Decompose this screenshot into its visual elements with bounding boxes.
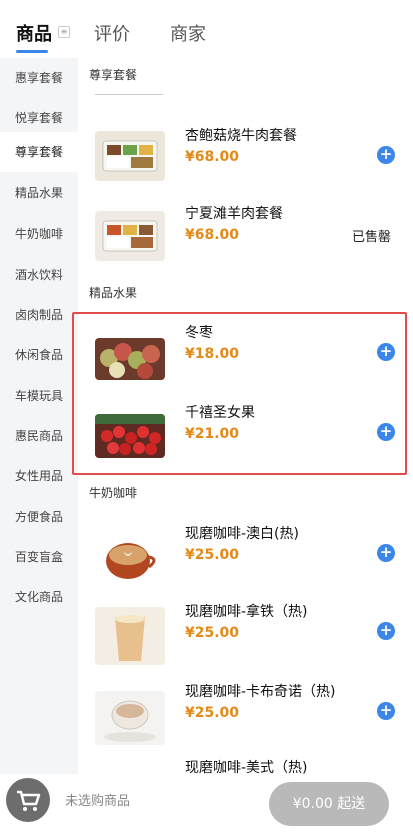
highlight-box — [72, 312, 407, 475]
tab-underline — [16, 50, 48, 53]
list-item[interactable]: 杏鲍菇烧牛肉套餐 ¥68.00 + — [78, 113, 413, 193]
top-tabs: 商品 ≡ 评价 商家 — [0, 0, 413, 58]
product-name: 宁夏滩羊肉套餐 — [185, 206, 283, 222]
product-name: 现磨咖啡-拿铁（热) — [185, 604, 308, 620]
product-name: 现磨咖啡-澳白(热) — [185, 526, 299, 542]
add-button[interactable]: + — [377, 622, 395, 640]
tab-goods[interactable]: 商品 — [16, 20, 52, 46]
list-item[interactable]: 现磨咖啡-拿铁（热) ¥25.00 + — [78, 593, 413, 673]
sidebar-item-huixiang[interactable]: 惠享套餐 — [0, 58, 78, 98]
product-image — [95, 691, 165, 745]
add-button[interactable]: + — [377, 544, 395, 562]
sidebar-item-milk-coffee[interactable]: 牛奶咖啡 — [0, 214, 78, 254]
sold-out-label: 已售罄 — [351, 230, 391, 245]
product-image — [95, 535, 165, 585]
sidebar-item-convenience[interactable]: 方便食品 — [0, 497, 78, 537]
product-name: 杏鲍菇烧牛肉套餐 — [185, 128, 297, 144]
add-button[interactable]: + — [377, 702, 395, 720]
sidebar-item-huimin[interactable]: 惠民商品 — [0, 416, 78, 456]
sidebar-item-blindbox[interactable]: 百变盲盒 — [0, 537, 78, 577]
sidebar-item-women[interactable]: 女性用品 — [0, 456, 78, 496]
list-item[interactable]: 宁夏滩羊肉套餐 ¥68.00 已售罄 — [78, 193, 413, 273]
section-title: 尊享套餐 — [89, 68, 138, 82]
product-image — [95, 211, 165, 261]
sidebar-item-zunxiang[interactable]: 尊享套餐 — [0, 132, 78, 172]
product-price: ¥68.00 — [185, 227, 240, 243]
product-name: 现磨咖啡-美式（热) — [185, 760, 308, 774]
category-sidebar: 惠享套餐 悦享套餐 尊享套餐 精品水果 牛奶咖啡 酒水饮料 卤肉制品 休闲食品 … — [0, 58, 78, 774]
product-price: ¥25.00 — [185, 547, 240, 563]
product-price: ¥25.00 — [185, 705, 240, 721]
cart-icon — [17, 790, 41, 811]
divider — [95, 94, 163, 95]
product-price: ¥25.00 — [185, 625, 240, 641]
checkout-button[interactable]: ¥0.00 起送 — [269, 782, 389, 826]
sidebar-item-snacks[interactable]: 休闲食品 — [0, 335, 78, 375]
product-image — [95, 131, 165, 181]
sidebar-item-braised-meat[interactable]: 卤肉制品 — [0, 295, 78, 335]
sidebar-item-fruit[interactable]: 精品水果 — [0, 173, 78, 213]
product-image — [95, 607, 165, 665]
list-item[interactable]: 现磨咖啡-卡布奇诺（热) ¥25.00 + — [78, 673, 413, 753]
list-item[interactable]: 现磨咖啡-澳白(热) ¥25.00 + — [78, 513, 413, 593]
section-title: 牛奶咖啡 — [89, 486, 138, 500]
tab-reviews[interactable]: 评价 — [94, 20, 130, 46]
sidebar-item-culture[interactable]: 文化商品 — [0, 577, 78, 617]
sidebar-item-toys[interactable]: 车模玩具 — [0, 376, 78, 416]
list-icon: ≡ — [58, 26, 70, 38]
bottom-cart-bar: 未选购商品 ¥0.00 起送 — [0, 774, 413, 834]
cart-button[interactable] — [6, 778, 50, 822]
list-item[interactable]: 现磨咖啡-美式（热) — [78, 753, 413, 774]
add-button[interactable]: + — [377, 146, 395, 164]
sidebar-item-drinks[interactable]: 酒水饮料 — [0, 255, 78, 295]
tab-merchant[interactable]: 商家 — [170, 20, 206, 46]
product-name: 现磨咖啡-卡布奇诺（热) — [185, 684, 336, 700]
cart-status-text: 未选购商品 — [65, 794, 131, 809]
section-title: 精品水果 — [89, 286, 138, 300]
product-price: ¥68.00 — [185, 149, 240, 165]
